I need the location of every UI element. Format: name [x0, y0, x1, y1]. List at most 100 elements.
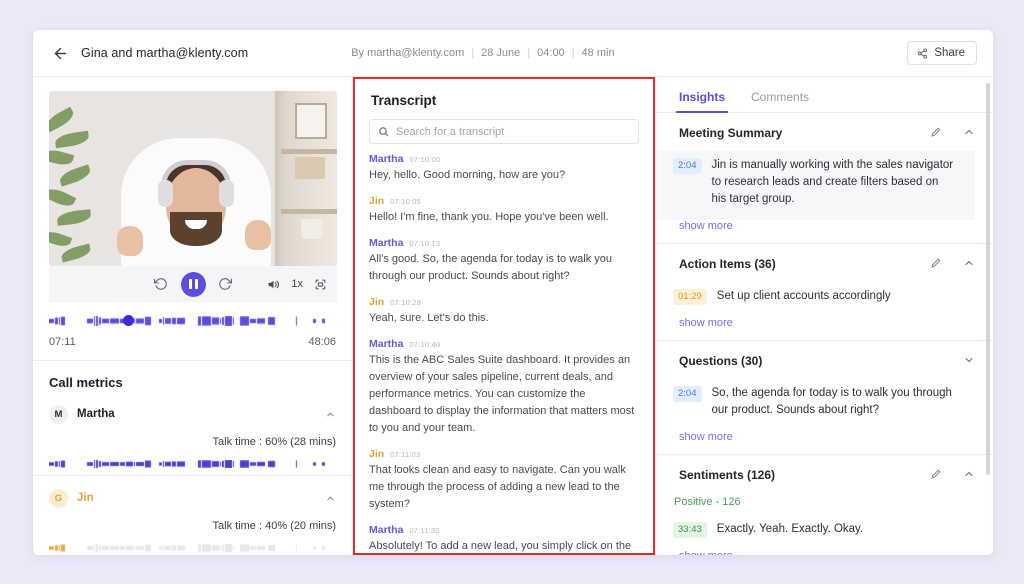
insight-section: Questions (30)2:04So, the agenda for tod… [656, 341, 993, 454]
arrow-left-icon[interactable] [49, 42, 71, 64]
transcript-text: Hello! I'm fine, thank you. Hope you've … [369, 209, 639, 226]
insight-section-header: Questions (30) [656, 341, 993, 379]
seek-handle[interactable] [123, 315, 134, 326]
transcript-text: That looks clean and easy to navigate. C… [369, 462, 639, 513]
transcript-timestamp: 07:10:13 [409, 239, 440, 248]
transcript-timestamp: 07:10:40 [409, 340, 440, 349]
meta-author: By martha@klenty.com [351, 47, 464, 59]
page-title: Gina and martha@klenty.com [81, 46, 248, 60]
transcript-entry[interactable]: Martha 07:11:30 Absolutely! To add a new l… [369, 524, 639, 555]
pencil-icon[interactable] [930, 126, 942, 138]
transcript-panel: Transcript Martha07:10:00Hey, hello. Goo… [353, 77, 655, 555]
transcript-entry[interactable]: Martha 07:10:13 All's good. So, the agenda… [369, 237, 639, 285]
talk-time-bar [49, 455, 336, 463]
insight-section-header: Meeting Summary [656, 113, 993, 151]
insight-row[interactable]: 01:29Set up client accounts accordingly [656, 282, 975, 317]
video-thumbnail[interactable] [49, 91, 337, 266]
timestamp-badge[interactable]: 2:04 [673, 158, 702, 174]
insight-row[interactable]: 2:04So, the agenda for today is to walk … [656, 379, 975, 431]
speaker-metric-martha: M Martha Talk time : 60% (28 mins) [33, 400, 352, 463]
time-labels: 07:11 48:06 [33, 326, 352, 348]
insight-section: Sentiments (126) Positive - 126 33:43 Exact… [656, 455, 993, 555]
insights-tabs: Insights Comments [656, 77, 993, 113]
transcript-speaker: Martha [369, 338, 403, 350]
show-more-link[interactable]: show more [656, 317, 993, 340]
insight-section-title: Meeting Summary [679, 126, 782, 140]
transcript-text: Hey, hello. Good morning, how are you? [369, 167, 639, 184]
decor-plant-icon [49, 107, 109, 266]
chevron-down-icon[interactable] [963, 354, 975, 366]
meta-separator: | [572, 47, 575, 59]
search-icon [378, 126, 389, 137]
insight-section-title: Action Items (36) [679, 257, 776, 271]
transcript-speaker: Martha [369, 237, 403, 249]
show-more-link[interactable]: show more [656, 431, 993, 454]
pause-button[interactable] [181, 272, 206, 297]
volume-icon[interactable] [267, 278, 280, 291]
insights-scroll-area[interactable]: Meeting Summary 2:04 Jin is manually worki… [656, 113, 993, 555]
meta-date: 28 June [481, 47, 520, 59]
transcript-timestamp: 07:10:00 [409, 155, 440, 164]
transcript-search[interactable] [369, 119, 639, 144]
insight-row[interactable]: 33:43 Exactly. Yeah. Exactly. Okay. [656, 515, 975, 550]
chevron-up-icon[interactable] [963, 126, 975, 138]
transcript-entry[interactable]: Jin 07:11:03 That looks clean and easy to … [369, 448, 639, 513]
sentiment-label: Positive - 126 [656, 493, 975, 515]
playback-speed-label[interactable]: 1x [291, 278, 303, 290]
transcript-speaker: Jin [369, 296, 384, 308]
fullscreen-icon[interactable] [314, 278, 327, 291]
share-button[interactable]: Share [907, 41, 977, 65]
rewind-10-icon[interactable] [154, 277, 169, 292]
insight-section-header: Action Items (36) [656, 244, 993, 282]
speaker-name: Martha [77, 408, 115, 420]
pencil-icon[interactable] [930, 257, 942, 269]
tab-comments[interactable]: Comments [751, 90, 809, 112]
transcript-speaker: Jin [369, 448, 384, 460]
app-window: Gina and martha@klenty.com By martha@kle… [33, 30, 993, 555]
insight-section: Meeting Summary 2:04 Jin is manually worki… [656, 113, 993, 243]
transcript-entry[interactable]: Jin07:10:28Yeah, sure. Let's do this. [369, 296, 639, 327]
current-time-label: 07:11 [49, 336, 76, 348]
transcript-entry[interactable]: Jin07:10:05Hello! I'm fine, thank you. H… [369, 195, 639, 226]
meeting-meta: By martha@klenty.com | 28 June | 04:00 |… [351, 47, 614, 59]
insight-section-title: Sentiments (126) [679, 468, 775, 482]
forward-10-icon[interactable] [218, 277, 233, 292]
tab-insights[interactable]: Insights [679, 90, 725, 112]
chevron-up-icon[interactable] [963, 257, 975, 269]
insight-row[interactable]: 2:04 Jin is manually working with the sal… [656, 151, 975, 220]
insight-text: Exactly. Yeah. Exactly. Okay. [717, 521, 863, 538]
pencil-icon[interactable] [930, 468, 942, 480]
chevron-up-icon[interactable] [325, 491, 336, 509]
transcript-list[interactable]: Martha 07:10:00 Hey, hello. Good morning, … [355, 153, 653, 555]
speaker-metric-jin: G Jin Talk time : 40% (20 mins) [33, 476, 352, 547]
timestamp-badge[interactable]: 01:29 [673, 289, 707, 305]
transcript-timestamp: 07:11:03 [390, 450, 420, 459]
chevron-up-icon[interactable] [325, 407, 336, 425]
search-input[interactable] [396, 126, 630, 138]
top-bar: Gina and martha@klenty.com By martha@kle… [33, 30, 993, 77]
call-metrics-title: Call metrics [33, 361, 352, 400]
talk-time-label: Talk time : 40% (20 mins) [49, 510, 336, 532]
seek-bar-container [33, 302, 352, 326]
meta-separator: | [527, 47, 530, 59]
chevron-up-icon[interactable] [963, 468, 975, 480]
total-time-label: 48:06 [308, 336, 336, 348]
page-background: Gina and martha@klenty.com By martha@kle… [0, 0, 1024, 584]
insights-column: Insights Comments Meeting Summary 2:04 Jin … [655, 77, 993, 555]
player-controls: 1x [49, 266, 337, 302]
transcript-text: Absolutely! To add a new lead, you simpl… [369, 538, 639, 555]
show-more-link[interactable]: show more [656, 550, 993, 555]
insight-text: Jin is manually working with the sales n… [712, 157, 956, 208]
share-label: Share [934, 47, 965, 59]
transcript-entry[interactable]: Martha07:10:40This is the ABC Sales Suit… [369, 338, 639, 437]
vertical-scrollbar[interactable] [986, 83, 990, 475]
timestamp-badge[interactable]: 33:43 [673, 522, 707, 538]
audio-waveform[interactable] [49, 316, 337, 326]
show-more-link[interactable]: show more [656, 220, 993, 243]
timestamp-badge[interactable]: 2:04 [673, 386, 702, 402]
transcript-entry[interactable]: Martha07:10:00Hey, hello. Good morning, … [369, 153, 639, 184]
transcript-speaker: Martha [369, 524, 403, 536]
transcript-timestamp: 07:11:30 [409, 526, 439, 535]
meta-time: 04:00 [537, 47, 565, 59]
transcript-text: All's good. So, the agenda for today is … [369, 251, 639, 285]
